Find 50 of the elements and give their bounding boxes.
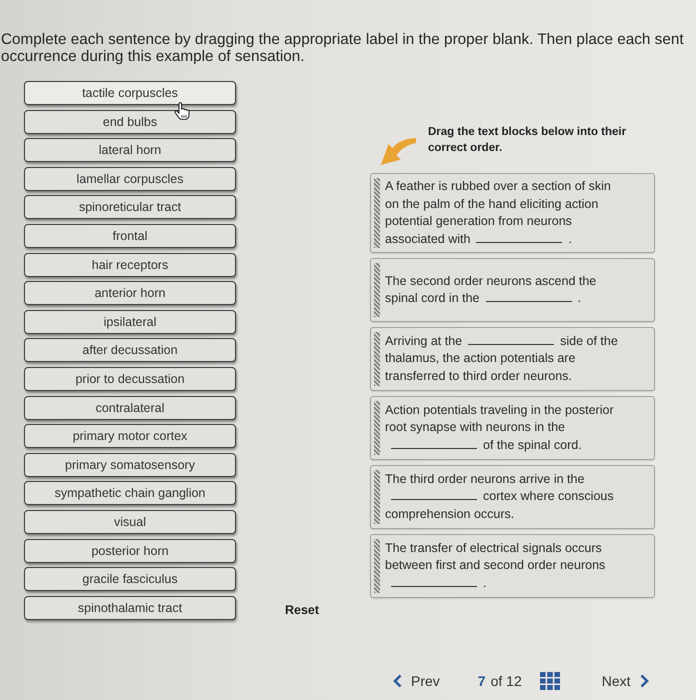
grid-icon[interactable] <box>540 672 560 690</box>
prev-button[interactable]: Prev <box>393 673 440 689</box>
hand-cursor-icon <box>174 102 190 120</box>
drag-handle-icon[interactable] <box>374 178 380 248</box>
chevron-left-icon <box>393 674 402 688</box>
drag-label[interactable]: tactile corpuscles <box>24 81 236 105</box>
page-number: 7 <box>478 673 486 689</box>
drag-label[interactable]: end bulbs <box>24 110 236 134</box>
drag-label[interactable]: hair receptors <box>24 252 236 277</box>
instruction-text: Complete each sentence by dragging the appropriate label in the proper blank. Then place each sent <box>0 31 685 48</box>
drag-label[interactable]: lamellar corpuscles <box>24 166 236 191</box>
instruction-text: occurrence during this example of sensation. <box>0 48 306 65</box>
sentence-text: Arriving at the side of the thalamus, the action potentials are transferred to third order neurons. <box>385 332 619 385</box>
drag-handle-icon[interactable] <box>374 470 380 524</box>
drag-label[interactable]: spinoreticular tract <box>24 195 236 220</box>
chevron-right-icon <box>640 674 649 688</box>
sentence-card[interactable]: A feather is rubbed over a section of skin on the palm of the hand eliciting action potential generation from neurons associated with . <box>370 173 655 253</box>
drag-label[interactable]: primary somatosensory <box>24 452 236 477</box>
arrow-icon <box>380 137 416 165</box>
drag-handle-icon[interactable] <box>374 263 380 317</box>
sentence-card[interactable]: The transfer of electrical signals occurs between first and second order neurons . <box>370 534 655 598</box>
drag-handle-icon[interactable] <box>374 401 380 455</box>
instruction-text: Drag the text blocks below into their correct order. <box>428 125 628 156</box>
sentence-card[interactable]: The second order neurons ascend the spinal cord in the . <box>370 258 655 322</box>
reset-button[interactable]: Reset <box>285 602 320 617</box>
drag-label[interactable]: posterior horn <box>24 538 236 562</box>
sentence-card[interactable]: The third order neurons arrive in the cortex where conscious comprehension occurs. <box>370 465 655 529</box>
drag-handle-icon[interactable] <box>374 332 380 386</box>
drag-label[interactable]: after decussation <box>24 338 236 362</box>
drag-label[interactable]: contralateral <box>24 396 236 420</box>
drag-label[interactable]: prior to decussation <box>24 366 236 391</box>
drag-label[interactable]: sympathetic chain ganglion <box>24 481 236 506</box>
next-button[interactable]: Next <box>602 673 649 689</box>
sentence-text: The third order neurons arrive in the cortex where conscious comprehension occurs. <box>385 470 615 523</box>
drag-label[interactable]: frontal <box>24 224 236 248</box>
sentence-text: The second order neurons ascend the spinal cord in the . <box>385 272 598 307</box>
drag-label[interactable]: ipsilateral <box>24 310 236 334</box>
drag-label[interactable]: anterior horn <box>24 281 236 306</box>
sentence-card[interactable]: Action potentials traveling in the posterior root synapse with neurons in the of the spinal cord. <box>370 396 655 460</box>
page-total: of 12 <box>490 673 522 689</box>
drag-label[interactable]: primary motor cortex <box>24 424 236 448</box>
sentence-text: The transfer of electrical signals occurs between first and second order neurons . <box>385 540 606 592</box>
drag-label[interactable]: lateral horn <box>24 138 236 162</box>
drag-handle-icon[interactable] <box>374 539 380 593</box>
sentence-card[interactable]: Arriving at the side of the thalamus, the action potentials are transferred to third order neurons. <box>370 327 655 391</box>
drag-label[interactable]: visual <box>24 510 236 534</box>
sentence-text: A feather is rubbed over a section of skin on the palm of the hand eliciting action potential generation from neurons associated with . <box>385 178 612 248</box>
sentence-text: Action potentials traveling in the posterior root synapse with neurons in the of the spinal cord. <box>385 402 615 454</box>
drag-label[interactable]: gracile fasciculus <box>24 567 236 592</box>
drag-label[interactable]: spinothalamic tract <box>24 596 236 620</box>
